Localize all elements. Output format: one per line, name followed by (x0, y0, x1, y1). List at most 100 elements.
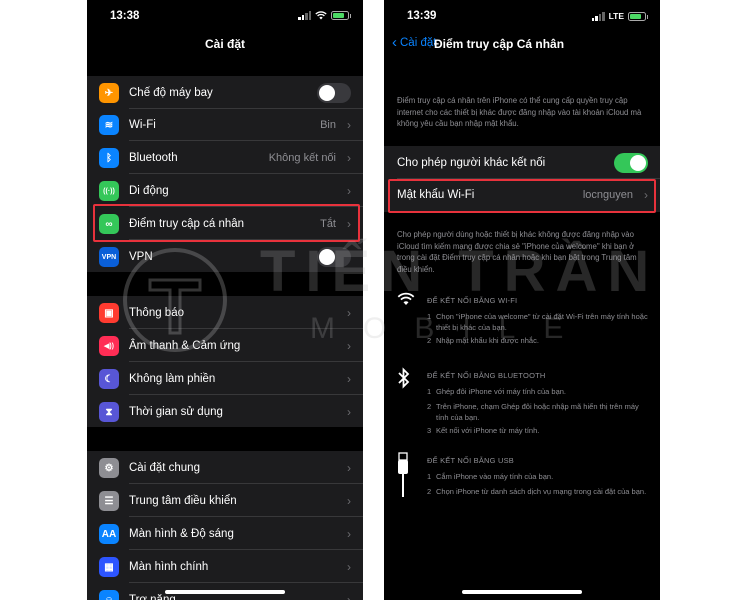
accessibility-icon: ☺ (99, 590, 119, 600)
step-number: 2 (427, 402, 432, 411)
settings-row-label: Trợ năng (129, 594, 176, 600)
toggle-switch[interactable] (317, 247, 351, 267)
settings-group-connectivity: ✈ Chế độ máy bay ≋ Wi-Fi Bin › ᛒ Bluetooth Không… (87, 76, 363, 272)
chevron-right-icon: › (347, 339, 351, 353)
chevron-right-icon: › (347, 560, 351, 574)
settings-row-label: Điểm truy cập cá nhân (129, 218, 245, 230)
allow-others-row[interactable]: Cho phép người khác kết nối (384, 147, 660, 179)
settings-row-moon[interactable]: ☾ Không làm phiền › (87, 363, 363, 395)
settings-screen: 13:38 Cài đặt ✈ Chế độ máy bay ≋ Wi-Fi Bin › ᛒ… (87, 0, 363, 600)
hotspot-note: Cho phép người dùng hoặc thiết bị khác k… (397, 230, 637, 274)
chevron-right-icon: › (347, 527, 351, 541)
chevron-right-icon: › (347, 118, 351, 132)
settings-row-hourglass[interactable]: ⧗ Thời gian sử dụng › (87, 396, 363, 428)
settings-row-notifications[interactable]: ▣ Thông báo › (87, 297, 363, 329)
settings-row-cellular[interactable]: ((·)) Di động › (87, 175, 363, 207)
settings-row-value: Bin (320, 119, 336, 131)
usb-cable-icon (397, 452, 415, 503)
settings-row-vpn[interactable]: VPN VPN (87, 241, 363, 273)
step-text: Ghép đôi iPhone với máy tính của bạn. (436, 387, 566, 396)
back-button[interactable]: ‹ Cài đặt (392, 34, 437, 51)
section-step: 1 Ghép đôi iPhone với máy tính của bạn. (427, 386, 652, 397)
chevron-right-icon: › (644, 188, 648, 202)
section-step: 1 Cắm iPhone vào máy tính của bạn. (427, 471, 652, 482)
settings-row-hotspot[interactable]: ∞ Điểm truy cập cá nhân Tắt › (87, 208, 363, 240)
battery-icon (331, 11, 351, 20)
step-number: 1 (427, 312, 432, 321)
settings-row-bluetooth[interactable]: ᛒ Bluetooth Không kết nối › (87, 142, 363, 174)
settings-row-value: Tắt (320, 218, 336, 230)
signal-icon (298, 11, 311, 20)
chevron-right-icon: › (347, 593, 351, 600)
chevron-right-icon: › (347, 461, 351, 475)
gear-icon: ⚙ (99, 458, 119, 478)
control-center-icon: ☰ (99, 491, 119, 511)
bluetooth-icon (397, 367, 415, 394)
hotspot-screen: 13:39 LTE ‹ Cài đặt Điểm truy cập Cá nhâ… (384, 0, 660, 600)
step-number: 3 (427, 426, 432, 435)
chevron-right-icon: › (347, 494, 351, 508)
section-step: 2 Nhập mật khẩu khi được nhắc. (427, 335, 652, 346)
section-step: 3 Kết nối với iPhone từ máy tính. (427, 425, 652, 436)
signal-icon (591, 11, 605, 21)
status-bar: 13:38 (87, 0, 363, 30)
wifi-password-row[interactable]: Mật khẩu Wi-Fi locnguyen › (384, 179, 660, 211)
status-bar: 13:39 LTE (384, 0, 660, 30)
settings-row-label: Trung tâm điều khiển (129, 495, 237, 507)
settings-row-label: Thời gian sử dụng (129, 406, 223, 418)
settings-row-display[interactable]: AA Màn hình & Độ sáng › (87, 518, 363, 550)
bluetooth-icon: ᛒ (99, 148, 119, 168)
toggle-switch[interactable] (317, 83, 351, 103)
step-number: 1 (427, 472, 432, 481)
section-step: 2 Trên iPhone, chạm Ghép đôi hoặc nhập mã… (427, 401, 652, 423)
battery-icon (628, 11, 648, 21)
chevron-right-icon: › (347, 151, 351, 165)
settings-row-label: Di động (129, 185, 169, 197)
cellular-icon: ((·)) (99, 181, 119, 201)
chevron-right-icon: › (347, 184, 351, 198)
wifi-icon: ≋ (99, 115, 119, 135)
settings-row-label: Cài đặt chung (129, 462, 200, 474)
step-text: Kết nối với iPhone từ máy tính. (436, 426, 540, 435)
settings-row-sounds[interactable]: ◀)) Âm thanh & Cảm ứng › (87, 330, 363, 362)
wifi-password-label: Mật khẩu Wi-Fi (397, 189, 475, 201)
wifi-password-value: locnguyen (582, 189, 633, 201)
step-text: Chọn iPhone từ danh sách dịch vụ mạng tr… (436, 487, 647, 496)
chevron-right-icon: › (347, 405, 351, 419)
section-step: 2 Chọn iPhone từ danh sách dịch vụ mạng t… (427, 486, 652, 497)
hotspot-intro: Điểm truy cập cá nhân trên iPhone có thể… (397, 96, 642, 128)
section-step: 1 Chọn "iPhone của welcome" từ cài đặt Wi… (427, 311, 652, 333)
allow-others-label: Cho phép người khác kết nối (397, 157, 546, 169)
airplane-icon: ✈ (99, 83, 119, 103)
step-text: Nhập mật khẩu khi được nhắc. (436, 336, 539, 345)
home-indicator (462, 590, 582, 594)
settings-row-home-screen[interactable]: ▦ Màn hình chính › (87, 551, 363, 583)
settings-row-gear[interactable]: ⚙ Cài đặt chung › (87, 452, 363, 484)
settings-row-label: Màn hình & Độ sáng (129, 528, 234, 540)
settings-row-control-center[interactable]: ☰ Trung tâm điều khiển › (87, 485, 363, 517)
settings-row-label: Âm thanh & Cảm ứng (129, 340, 241, 352)
step-number: 1 (427, 387, 432, 396)
back-label: Cài đặt (400, 37, 437, 49)
settings-row-label: Không làm phiền (129, 373, 216, 385)
section-title: ĐỂ KẾT NỐI BẰNG BLUETOOTH (427, 371, 546, 380)
allow-others-toggle[interactable] (614, 153, 648, 173)
chevron-right-icon: › (347, 372, 351, 386)
settings-row-label: Wi-Fi (129, 119, 156, 131)
settings-row-label: Chế độ máy bay (129, 87, 213, 99)
display-icon: AA (99, 524, 119, 544)
home-indicator (165, 590, 285, 594)
step-text: Trên iPhone, chạm Ghép đôi hoặc nhập mã … (436, 402, 639, 422)
settings-row-value: Không kết nối (268, 152, 336, 164)
page-title: Điểm truy cập Cá nhân (434, 37, 565, 51)
step-number: 2 (427, 336, 432, 345)
section-title: ĐỂ KẾT NỐI BẰNG USB (427, 456, 515, 465)
section-title: ĐỂ KẾT NỐI BẰNG WI-FI (427, 296, 518, 305)
step-number: 2 (427, 487, 432, 496)
settings-row-airplane[interactable]: ✈ Chế độ máy bay (87, 77, 363, 109)
settings-row-wifi[interactable]: ≋ Wi-Fi Bin › (87, 109, 363, 141)
chevron-right-icon: › (347, 217, 351, 231)
step-text: Chọn "iPhone của welcome" từ cài đặt Wi-… (436, 312, 648, 332)
chevron-left-icon: ‹ (392, 34, 397, 51)
status-time: 13:39 (407, 10, 437, 22)
